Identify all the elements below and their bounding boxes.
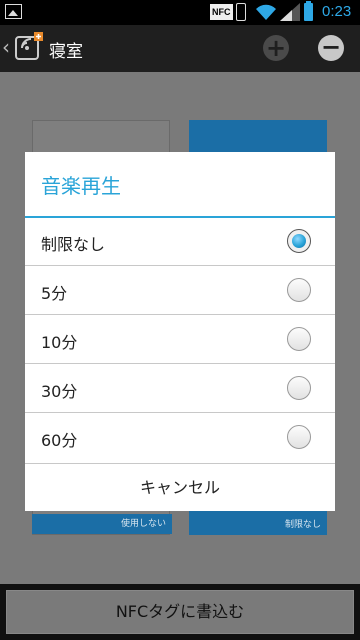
nfc-tag-icon[interactable] [14, 32, 44, 62]
radio-button-checked[interactable] [287, 229, 311, 253]
nfc-status-icon: NFC [210, 4, 233, 20]
remove-icon[interactable]: − [318, 35, 344, 61]
wifi-icon [256, 4, 276, 20]
dialog-title: 音楽再生 [41, 174, 121, 198]
status-bar: NFC 0:23 [0, 0, 360, 25]
cancel-button[interactable]: キャンセル [25, 464, 335, 511]
option-10-min[interactable]: 10分 [25, 316, 335, 364]
battery-icon [304, 1, 313, 21]
tile-status-left: 使用しない [32, 514, 172, 534]
chevron-left-icon[interactable]: ‹ [2, 35, 10, 59]
vibrate-icon [236, 3, 246, 21]
option-30-min[interactable]: 30分 [25, 365, 335, 413]
signal-icon [280, 3, 300, 21]
music-playback-dialog: 音楽再生 制限なし 5分 10分 30分 60分 キャンセル [25, 152, 335, 511]
radio-button[interactable] [287, 278, 311, 302]
image-notification-icon [5, 4, 22, 19]
option-label: 10分 [41, 333, 78, 352]
option-label: 制限なし [41, 235, 106, 254]
write-nfc-tag-button[interactable]: NFCタグに書込む [6, 590, 354, 634]
action-bar: ‹ 寝室 + − [0, 25, 360, 72]
option-60-min[interactable]: 60分 [25, 414, 335, 462]
add-icon[interactable]: + [263, 35, 289, 61]
option-label: 60分 [41, 431, 78, 450]
option-label: 5分 [41, 284, 68, 303]
radio-button[interactable] [287, 327, 311, 351]
option-no-limit[interactable]: 制限なし [25, 218, 335, 266]
clock: 0:23 [322, 3, 352, 20]
bottom-bar: NFCタグに書込む [0, 584, 360, 640]
radio-button[interactable] [287, 376, 311, 400]
option-5-min[interactable]: 5分 [25, 267, 335, 315]
option-label: 30分 [41, 382, 78, 401]
radio-button[interactable] [287, 425, 311, 449]
page-title: 寝室 [49, 42, 83, 62]
tile-status-right: 制限なし [189, 515, 327, 535]
